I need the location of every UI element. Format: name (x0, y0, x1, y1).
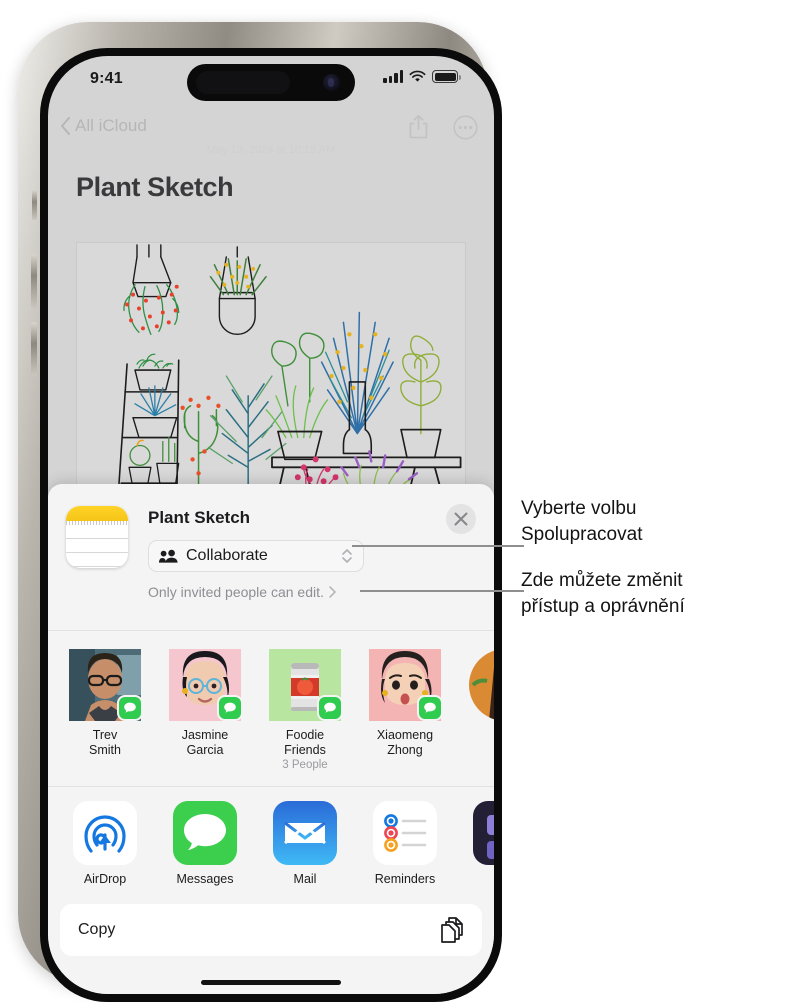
contact-name-line2: Zhong (387, 743, 423, 757)
ellipsis-circle-icon[interactable] (453, 114, 478, 140)
contact-name-line2: Garcia (186, 743, 224, 757)
contact-name-line1: C (466, 728, 494, 743)
callout-line1: Zde můžete změnit (521, 570, 683, 591)
chevron-left-icon (61, 117, 70, 135)
dynamic-island-pill (196, 71, 290, 94)
status-bar-indicators (383, 70, 461, 83)
home-indicator (201, 980, 341, 985)
screenshot-root: 9:41 All iCloud May 13, 2024 at 10:15 AM… (0, 0, 790, 1008)
callout-leader-line (352, 545, 524, 547)
callout-permissions: Zde můžete změnit přístup a oprávnění (521, 568, 685, 620)
contact-name-line1: Foodie Friends (284, 728, 326, 757)
contacts-row[interactable]: Trev Smith Jasmine Garcia Foodie Friends… (48, 630, 494, 786)
app-label: Mail (293, 872, 317, 886)
contact-item[interactable]: Trev Smith (66, 649, 144, 758)
messages-badge (117, 695, 143, 721)
contact-item[interactable]: Jasmine Garcia (166, 649, 244, 758)
app-label: AirDrop (83, 872, 127, 886)
dynamic-island (187, 64, 355, 101)
copy-action-row[interactable]: Copy (60, 904, 482, 956)
note-title: Plant Sketch (76, 172, 234, 202)
notes-app-icon (66, 506, 128, 568)
cellular-signal-icon (383, 70, 403, 83)
reminders-icon (373, 801, 437, 865)
people-icon (159, 549, 178, 563)
chevron-up-down-icon (342, 549, 352, 563)
callout-line2: přístup a oprávnění (521, 596, 685, 617)
group-avatar-tomato-can (269, 649, 343, 721)
messages-badge (417, 695, 443, 721)
contact-item[interactable]: Xiaomeng Zhong (366, 649, 444, 758)
contact-name-line2: Smith (89, 743, 121, 757)
memoji-avatar-xiaomeng (369, 649, 443, 721)
contact-name-line1: Jasmine (181, 728, 229, 742)
messages-badge (317, 695, 343, 721)
callout-leader-line (360, 590, 524, 592)
copy-icon (441, 917, 463, 943)
battery-icon (432, 70, 461, 83)
volume-down-button[interactable] (31, 322, 37, 376)
collaborate-selector[interactable]: Collaborate (148, 540, 364, 572)
status-bar-time: 9:41 (90, 70, 123, 87)
share-target-reminders[interactable]: Reminders (366, 801, 444, 886)
back-button[interactable]: All iCloud (60, 116, 147, 136)
volume-up-button[interactable] (31, 254, 37, 308)
messages-badge (217, 695, 243, 721)
chevron-right-icon (329, 586, 336, 598)
photo-avatar-trev (69, 649, 143, 721)
callout-line1: Vyberte volbu (521, 498, 637, 519)
contact-item-partial[interactable]: C E (466, 649, 494, 758)
partial-app-icon (473, 801, 494, 865)
memoji-avatar-jasmine (169, 649, 243, 721)
copy-label: Copy (78, 921, 116, 938)
close-icon (454, 512, 468, 526)
wifi-icon (409, 70, 426, 82)
app-label: Messages (176, 872, 234, 886)
app-label: J (466, 872, 494, 886)
mail-icon (273, 801, 337, 865)
collaborate-label: Collaborate (186, 547, 268, 564)
contact-name-line1: Trev (92, 728, 118, 742)
note-date: May 13, 2024 at 10:15 AM (206, 144, 336, 156)
photo-avatar-partial (469, 649, 494, 721)
share-target-mail[interactable]: Mail (266, 801, 344, 886)
share-sheet-header: Plant Sketch Collaborate Only invited pe… (48, 484, 494, 630)
contact-subtitle: 3 People (282, 759, 328, 771)
permissions-text: Only invited people can edit. (148, 584, 324, 600)
status-bar: 9:41 (48, 56, 494, 108)
contact-name-line2: E (466, 743, 494, 758)
share-target-partial[interactable]: J (466, 801, 494, 886)
callout-collaborate: Vyberte volbu Spolupracovat (521, 496, 642, 548)
close-button[interactable] (446, 504, 476, 534)
silent-switch[interactable] (32, 190, 37, 220)
permissions-row[interactable]: Only invited people can edit. (148, 584, 336, 600)
share-sheet-title: Plant Sketch (148, 508, 251, 527)
back-button-label: All iCloud (75, 116, 147, 135)
contact-item[interactable]: Foodie Friends 3 People (266, 649, 344, 773)
front-camera-icon (323, 74, 340, 91)
navigation-actions (408, 114, 478, 140)
app-label: Reminders (374, 872, 436, 886)
apps-row[interactable]: AirDrop Messages Mail Reminders (48, 786, 494, 906)
phone-frame: 9:41 All iCloud May 13, 2024 at 10:15 AM… (18, 22, 502, 1002)
phone-screen: 9:41 All iCloud May 13, 2024 at 10:15 AM… (48, 56, 494, 994)
share-target-airdrop[interactable]: AirDrop (66, 801, 144, 886)
share-sheet: Plant Sketch Collaborate Only invited pe… (48, 484, 494, 994)
airdrop-icon (73, 801, 137, 865)
messages-icon (173, 801, 237, 865)
plant-sketch-illustration (76, 242, 466, 512)
share-icon[interactable] (408, 114, 429, 140)
contact-name-line1: Xiaomeng (376, 728, 434, 742)
callout-line2: Spolupracovat (521, 524, 643, 545)
share-target-messages[interactable]: Messages (166, 801, 244, 886)
